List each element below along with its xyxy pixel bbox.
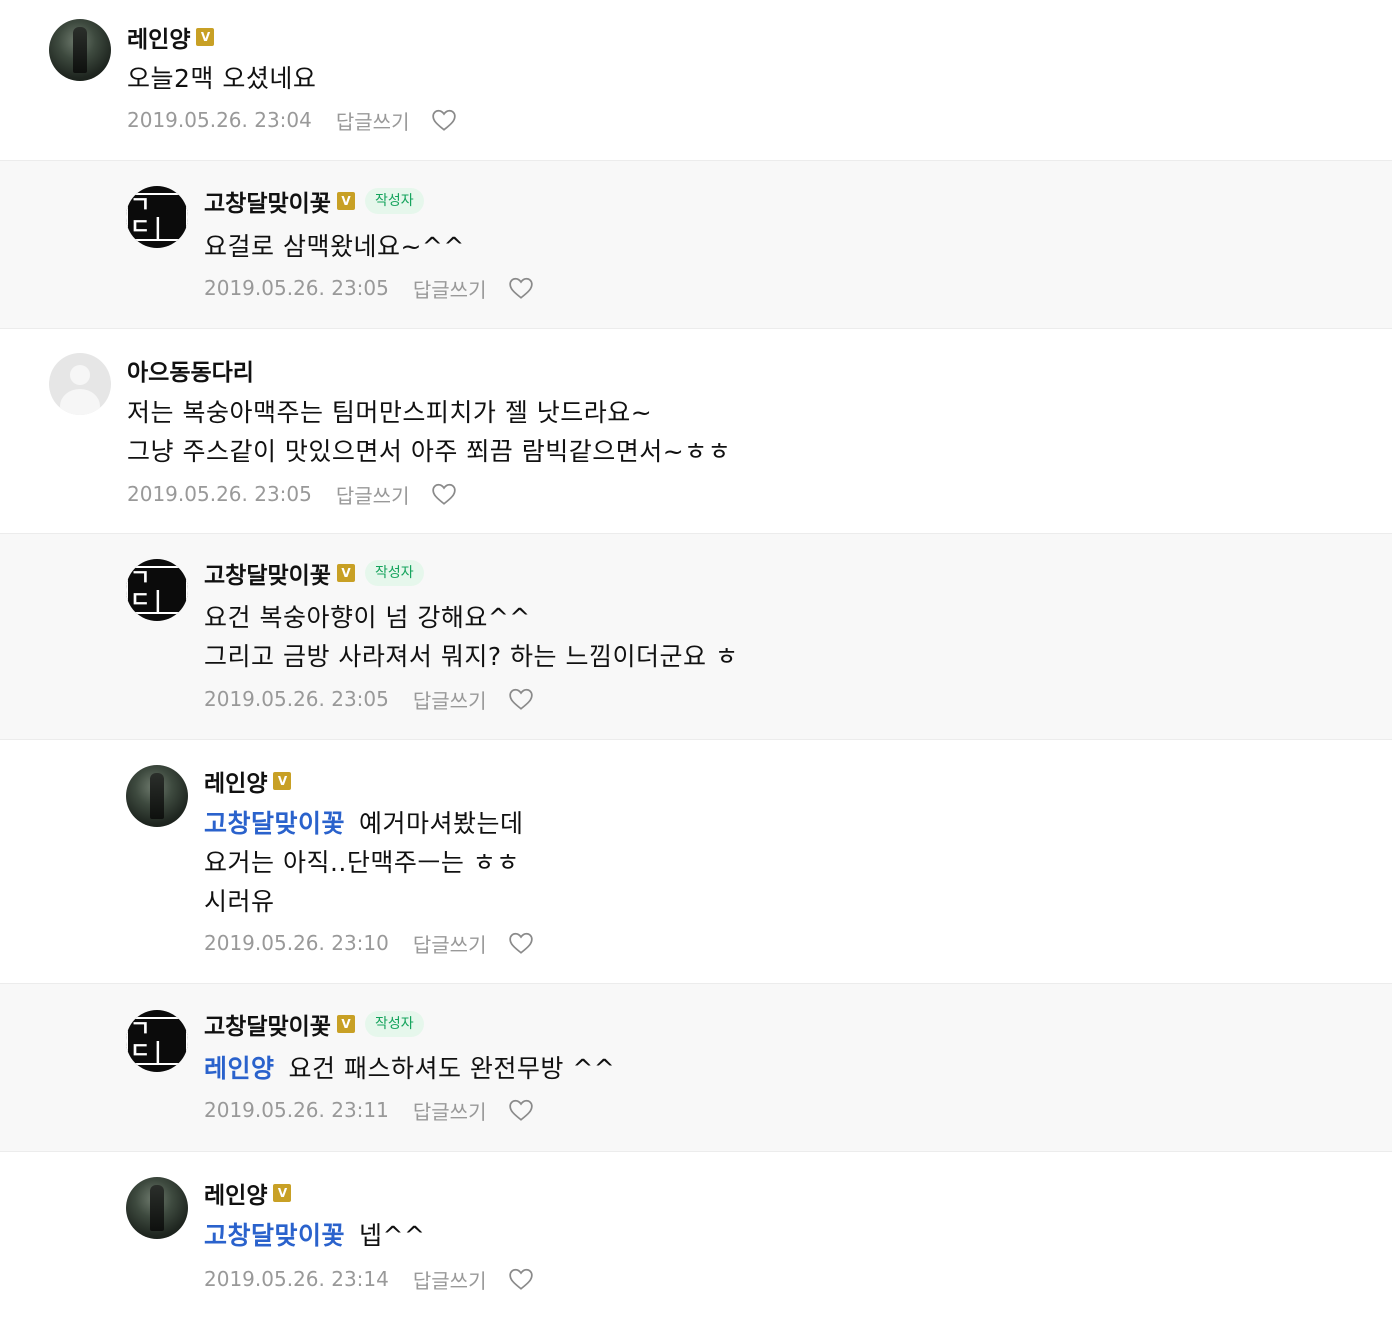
avatar[interactable]: ㄱㄷ| — [126, 186, 188, 248]
comment-meta: 2019.05.26. 23:11 답글쓰기 — [204, 1095, 534, 1125]
default-avatar-icon[interactable] — [49, 353, 111, 415]
comment-meta: 2019.05.26. 23:10 답글쓰기 — [204, 928, 534, 958]
comment-text-line: 요걸로 삼맥왔네요~^^ — [204, 232, 465, 261]
verified-badge-icon: V — [336, 1015, 355, 1033]
mention-link[interactable]: 고창달맞이꽃 — [204, 1221, 345, 1250]
nickname[interactable]: 고창달맞이꽃 — [204, 184, 331, 218]
reply-comment: ㄱㄷ| 고창달맞이꽃 V 작성자 레인양 요건 패스하셔도 완전무방 ^^ 201… — [0, 983, 1392, 1151]
verified-badge-icon: V — [336, 192, 355, 210]
comment-header: 레인양 V — [127, 20, 215, 54]
avatar[interactable]: ㄱㄷ| — [126, 559, 188, 621]
comment-text-segment: 요건 패스하셔도 완전무방 ^^ — [288, 1054, 616, 1083]
heart-icon[interactable] — [508, 1098, 534, 1122]
comment-text-line: 레인양 요건 패스하셔도 완전무방 ^^ — [204, 1049, 615, 1088]
comment-text-line: 저는 복숭아맥주는 팀머만스피치가 젤 낫드라요~ — [127, 398, 653, 427]
comment-meta: 2019.05.26. 23:14 답글쓰기 — [204, 1264, 534, 1294]
avatar[interactable] — [49, 19, 111, 81]
reply-button[interactable]: 답글쓰기 — [336, 106, 410, 135]
reply-button[interactable]: 답글쓰기 — [413, 929, 487, 958]
verified-badge-icon: V — [273, 1184, 292, 1202]
comment-text-segment: 예거마셔봤는데 — [359, 809, 524, 838]
comment-text-line: 그냥 주스같이 맛있으면서 아주 쬐끔 람빅같으면서~ㅎㅎ — [127, 437, 732, 466]
reply-button[interactable]: 답글쓰기 — [413, 1265, 487, 1294]
comment-text: 요건 복숭아향이 넘 강해요^^ 그리고 금방 사라져서 뭐지? 하는 느낌이더… — [204, 598, 738, 676]
timestamp: 2019.05.26. 23:14 — [204, 1267, 389, 1291]
timestamp: 2019.05.26. 23:04 — [127, 108, 312, 132]
reply-button[interactable]: 답글쓰기 — [413, 274, 487, 303]
comment-text: 레인양 요건 패스하셔도 완전무방 ^^ — [204, 1049, 615, 1088]
timestamp: 2019.05.26. 23:05 — [204, 276, 389, 300]
comment-header: 레인양 V — [204, 764, 292, 798]
mention-link[interactable]: 고창달맞이꽃 — [204, 809, 345, 838]
avatar[interactable] — [126, 765, 188, 827]
comment-text: 고창달맞이꽃 예거마셔봤는데 요거는 아직..단맥주ㅡ는 ㅎㅎ 시러유 — [204, 804, 524, 921]
mention-link[interactable]: 레인양 — [204, 1054, 275, 1083]
timestamp: 2019.05.26. 23:05 — [204, 687, 389, 711]
heart-icon[interactable] — [508, 276, 534, 300]
reply-button[interactable]: 답글쓰기 — [413, 685, 487, 714]
comment-text: 고창달맞이꽃 넵^^ — [204, 1216, 425, 1255]
comment-header: 레인양 V — [204, 1176, 292, 1210]
author-badge: 작성자 — [364, 188, 424, 214]
comment-text-line: 오늘2맥 오셨네요 — [127, 64, 317, 93]
comment-meta: 2019.05.26. 23:05 답글쓰기 — [204, 684, 534, 714]
timestamp: 2019.05.26. 23:10 — [204, 931, 389, 955]
avatar-logo-text: ㄱㄷ| — [126, 566, 188, 614]
comment-text-segment: 넵^^ — [359, 1221, 426, 1250]
timestamp: 2019.05.26. 23:11 — [204, 1098, 389, 1122]
author-badge: 작성자 — [364, 1011, 424, 1037]
verified-badge-icon: V — [273, 772, 292, 790]
avatar-logo-text: ㄱㄷ| — [126, 1017, 188, 1065]
comment-text-line: 고창달맞이꽃 넵^^ — [204, 1216, 425, 1255]
comment-text: 요걸로 삼맥왔네요~^^ — [204, 227, 465, 266]
heart-icon[interactable] — [431, 482, 457, 506]
comment-header: 고창달맞이꽃 V 작성자 — [204, 556, 424, 590]
comment-meta: 2019.05.26. 23:05 답글쓰기 — [127, 479, 457, 509]
comment-text: 오늘2맥 오셨네요 — [127, 59, 316, 98]
avatar[interactable]: ㄱㄷ| — [126, 1010, 188, 1072]
avatar-logo-text: ㄱㄷ| — [126, 193, 188, 241]
heart-icon[interactable] — [431, 108, 457, 132]
verified-badge-icon: V — [196, 28, 215, 46]
reply-button[interactable]: 답글쓰기 — [413, 1096, 487, 1125]
comment-text: 저는 복숭아맥주는 팀머만스피치가 젤 낫드라요~ 그냥 주스같이 맛있으면서 … — [127, 393, 731, 471]
comment-header: 고창달맞이꽃 V 작성자 — [204, 184, 424, 218]
reply-button[interactable]: 답글쓰기 — [336, 480, 410, 509]
nickname[interactable]: 아으동동다리 — [127, 353, 254, 387]
reply-comment: 레인양 V 고창달맞이꽃 넵^^ 2019.05.26. 23:14 답글쓰기 — [0, 1151, 1392, 1323]
comment-text-line: 고창달맞이꽃 예거마셔봤는데 — [204, 804, 524, 843]
comment-header: 아으동동다리 — [127, 353, 254, 387]
comment-header: 고창달맞이꽃 V 작성자 — [204, 1007, 424, 1041]
heart-icon[interactable] — [508, 1267, 534, 1291]
comment-text-line: 그리고 금방 사라져서 뭐지? 하는 느낌이더군요 ㅎ — [204, 642, 739, 671]
comment-text-line: 시러유 — [204, 887, 275, 916]
reply-comment: 레인양 V 고창달맞이꽃 예거마셔봤는데 요거는 아직..단맥주ㅡ는 ㅎㅎ 시러유… — [0, 739, 1392, 983]
avatar[interactable] — [126, 1177, 188, 1239]
author-badge: 작성자 — [364, 560, 424, 586]
reply-comment: ㄱㄷ| 고창달맞이꽃 V 작성자 요걸로 삼맥왔네요~^^ 2019.05.26… — [0, 160, 1392, 328]
nickname[interactable]: 레인양 — [204, 764, 267, 798]
comment: 아으동동다리 저는 복숭아맥주는 팀머만스피치가 젤 낫드라요~ 그냥 주스같이… — [0, 328, 1392, 533]
comment-meta: 2019.05.26. 23:04 답글쓰기 — [127, 105, 457, 135]
comment-text-line: 요거는 아직..단맥주ㅡ는 ㅎㅎ — [204, 848, 520, 877]
nickname[interactable]: 고창달맞이꽃 — [204, 1007, 331, 1041]
comment-text-line: 요건 복숭아향이 넘 강해요^^ — [204, 603, 531, 632]
reply-comment: ㄱㄷ| 고창달맞이꽃 V 작성자 요건 복숭아향이 넘 강해요^^ 그리고 금방… — [0, 533, 1392, 739]
verified-badge-icon: V — [336, 564, 355, 582]
nickname[interactable]: 고창달맞이꽃 — [204, 556, 331, 590]
timestamp: 2019.05.26. 23:05 — [127, 482, 312, 506]
comment-meta: 2019.05.26. 23:05 답글쓰기 — [204, 273, 534, 303]
heart-icon[interactable] — [508, 687, 534, 711]
heart-icon[interactable] — [508, 931, 534, 955]
comment: 레인양 V 오늘2맥 오셨네요 2019.05.26. 23:04 답글쓰기 — [0, 0, 1392, 160]
comment-list: 레인양 V 오늘2맥 오셨네요 2019.05.26. 23:04 답글쓰기 ㄱ… — [0, 0, 1392, 1323]
nickname[interactable]: 레인양 — [204, 1176, 267, 1210]
nickname[interactable]: 레인양 — [127, 20, 190, 54]
